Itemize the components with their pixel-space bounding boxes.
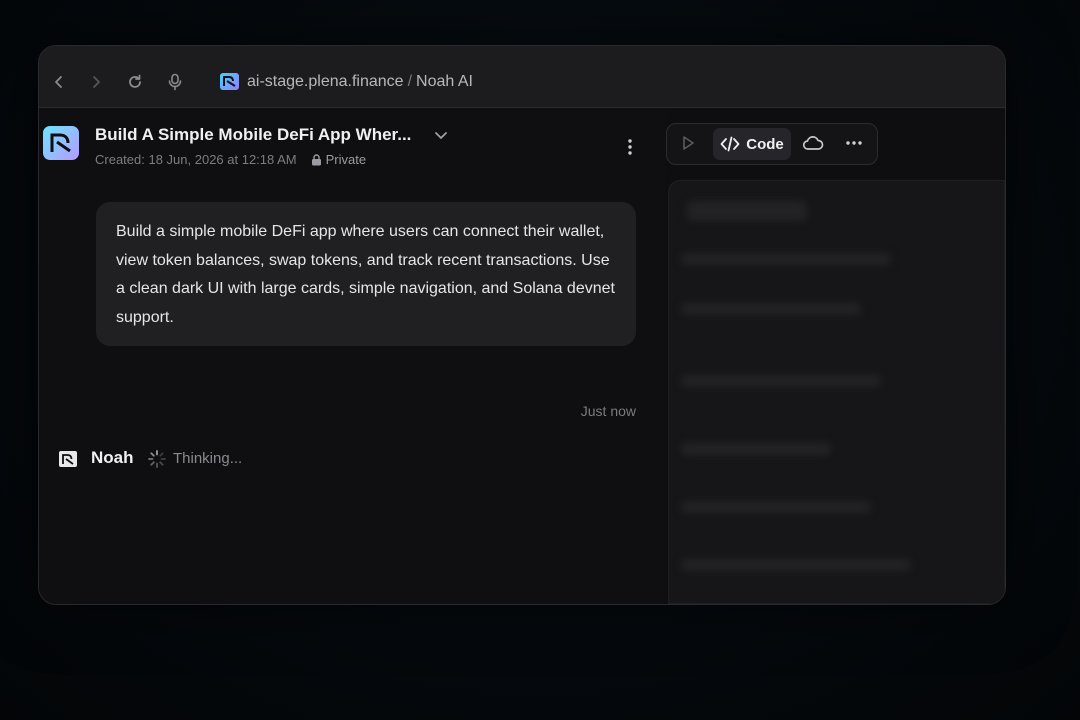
url-page: Noah AI [416, 73, 473, 90]
blurred-placeholder [681, 253, 891, 265]
url-domain: ai-stage.plena.finance [247, 73, 404, 90]
noah-agent-icon [59, 451, 77, 467]
app-preview-area [668, 180, 1005, 604]
spinner-icon [147, 449, 167, 474]
cloud-icon[interactable] [802, 134, 824, 157]
chat-panel: Build A Simple Mobile DeFi App Wher... C… [39, 108, 666, 604]
created-date: Created: 18 Jun, 2026 at 12:18 AM [95, 152, 297, 167]
forward-button[interactable] [84, 70, 108, 94]
more-vertical-icon[interactable] [627, 138, 633, 161]
blurred-placeholder [681, 501, 871, 513]
more-horizontal-icon[interactable] [845, 134, 863, 157]
address-bar[interactable]: ai-stage.plena.finance / Noah AI [247, 73, 473, 91]
site-favicon-icon [220, 73, 239, 90]
chat-meta: Created: 18 Jun, 2026 at 12:18 AM Privat… [95, 152, 366, 167]
chat-title[interactable]: Build A Simple Mobile DeFi App Wher... [95, 125, 411, 145]
url-separator: / [407, 73, 413, 90]
blurred-placeholder [681, 559, 911, 571]
preview-toolbar: Code [666, 123, 878, 165]
agent-name: Noah [91, 448, 134, 467]
lock-icon [311, 153, 321, 165]
browser-toolbar: ai-stage.plena.finance / Noah AI [39, 46, 1005, 108]
noah-logo-icon [43, 126, 79, 160]
code-tab-label: Code [746, 135, 784, 153]
visibility-label: Private [325, 152, 367, 167]
mic-button[interactable] [163, 70, 187, 94]
visibility-badge: Private [311, 152, 366, 167]
user-message-bubble: Build a simple mobile DeFi app where use… [96, 202, 636, 346]
reload-button[interactable] [123, 70, 147, 94]
preview-panel: Code [666, 108, 1005, 604]
back-button[interactable] [47, 70, 71, 94]
chevron-down-icon[interactable] [434, 128, 448, 146]
blurred-placeholder [681, 375, 881, 387]
blurred-placeholder [687, 201, 807, 221]
mic-icon [168, 73, 182, 91]
code-tab-button[interactable]: Code [713, 128, 791, 160]
code-icon [720, 136, 740, 152]
browser-window: ai-stage.plena.finance / Noah AI Build A S… [38, 45, 1006, 605]
message-timestamp: Just now [580, 403, 636, 419]
blurred-placeholder [681, 303, 861, 315]
agent-status: Thinking... [173, 450, 243, 467]
blurred-placeholder [681, 443, 831, 455]
play-icon[interactable] [679, 134, 697, 157]
reload-icon [129, 74, 141, 88]
